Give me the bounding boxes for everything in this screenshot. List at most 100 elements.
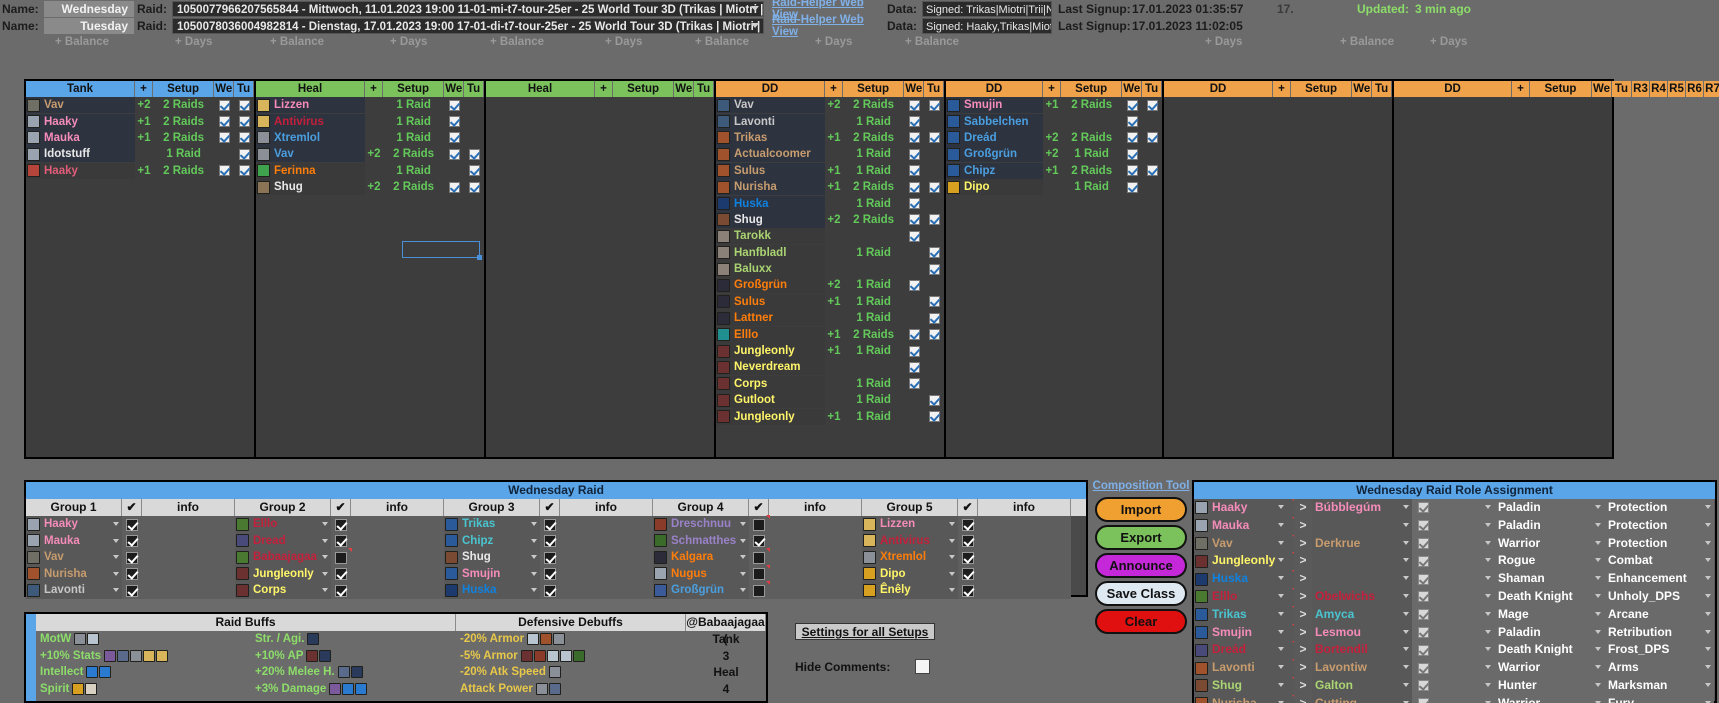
balance-days-item[interactable]: + Days [815,36,852,48]
player-name-cell[interactable]: Dreád [946,129,1044,146]
role-player-select[interactable]: Mauka [1194,516,1294,535]
group-member-info[interactable] [351,532,444,549]
group-member-info[interactable] [560,565,653,582]
role-spec-select[interactable]: Unholy_DPS [1604,587,1714,606]
player-name-cell[interactable]: Chipz [946,162,1044,179]
wednesday-checkbox[interactable] [904,327,924,343]
role-extra-select[interactable] [1434,516,1494,535]
balance-days-item[interactable]: + Balance [905,36,959,48]
roster-row[interactable]: Dreád +2 2 Raids [946,129,1162,146]
role-spec-select[interactable]: Protection [1604,516,1714,535]
group-member-checkbox[interactable] [749,564,770,582]
group-member-select[interactable]: Smujin [444,565,540,582]
roster-row[interactable]: Smujin +1 2 Raids [946,97,1162,114]
role-spec-select[interactable]: Protection [1604,534,1714,553]
player-name-cell[interactable]: Shug [716,211,826,228]
data-value-wednesday[interactable]: Signed: Trikas|Miotri|Trii|Nobou [922,1,1052,17]
role-spec-select[interactable]: Marksman [1604,676,1714,695]
group-member-select[interactable]: Elllo [235,516,331,533]
group-member-row[interactable]: Großgrün [653,581,862,599]
wednesday-checkbox[interactable] [904,196,924,212]
selected-cell-highlight[interactable] [402,241,482,260]
roster-header-cell[interactable]: Setup [1290,81,1353,97]
roster-header-cell[interactable]: Tank [26,81,136,97]
roster-header-cell[interactable]: We [904,81,925,97]
group-member-row[interactable]: Mauka [26,532,235,549]
group-header-cell[interactable]: info [560,499,653,516]
tuesday-checkbox[interactable] [924,327,944,343]
roster-row[interactable]: Nurisha +1 2 Raids [716,179,944,196]
group-member-select[interactable]: Corps [235,582,331,599]
role-player-select[interactable]: Vav [1194,534,1294,553]
group-member-select[interactable]: Ênêly [862,582,958,599]
roster-header-cell[interactable]: We [214,81,235,97]
balance-days-item[interactable]: + Balance [270,36,324,48]
group-member-row[interactable]: Dreschnuu [653,515,862,533]
player-name-cell[interactable]: Smujin [946,97,1044,114]
group-member-row[interactable]: Vav [26,549,235,566]
player-name-cell[interactable]: Jungleonly [716,408,826,425]
tuesday-checkbox[interactable] [924,130,944,146]
role-player-select[interactable]: Smujin [1194,623,1294,642]
group-member-checkbox[interactable] [540,582,560,599]
roster-header-cell[interactable]: + [135,81,153,97]
player-name-cell[interactable]: Gutloot [716,392,826,409]
hide-comments-checkbox[interactable] [915,659,930,674]
roster-header-cell[interactable]: Tu [464,81,484,97]
roster-header-cell[interactable]: + [825,81,843,97]
role-extra-select[interactable] [1434,552,1494,571]
player-name-cell[interactable]: Tarokk [716,228,826,245]
player-name-cell[interactable]: Actualcoomer [716,146,826,163]
tuesday-checkbox[interactable] [464,146,484,162]
group-member-checkbox[interactable] [122,582,142,599]
group-member-row[interactable]: Shug [444,549,653,566]
role-extra-select[interactable] [1434,641,1494,660]
group-header-cell[interactable]: Group 4 [653,499,749,516]
group-header-cell[interactable]: Group 3 [444,499,540,516]
group-member-select[interactable]: Antivirus [862,532,958,549]
player-name-cell[interactable]: Sabbelchen [946,113,1044,130]
role-checkbox[interactable] [1412,552,1434,571]
wednesday-checkbox[interactable] [444,97,464,113]
player-name-cell[interactable]: Huska [716,195,826,212]
roster-row[interactable]: Neverdream [716,359,944,376]
roster-header-cell[interactable]: We [1122,81,1143,97]
tuesday-checkbox[interactable] [1142,97,1162,113]
roster-header-cell[interactable]: Setup [842,81,905,97]
role-partner-select[interactable]: Amyca [1312,605,1412,624]
roster-row[interactable]: Ferinna 1 Raid [256,162,484,179]
roster-row[interactable]: Corps 1 Raid [716,375,944,392]
wednesday-checkbox[interactable] [444,130,464,146]
role-partner-select[interactable]: Lesmou [1312,623,1412,642]
tuesday-checkbox[interactable] [924,245,944,261]
role-partner-select[interactable]: Obelwichs [1312,587,1412,606]
group-header-cell[interactable]: ✔ [958,499,978,516]
import-button[interactable]: Import [1095,497,1187,522]
roster-header-cell[interactable]: R4 [1650,81,1668,97]
player-name-cell[interactable]: Vav [716,97,826,114]
raid-select-tuesday[interactable]: 1050078036004982814 - Dienstag, 17.01.20… [172,18,764,34]
player-name-cell[interactable]: Vav [26,97,136,114]
role-checkbox[interactable] [1412,605,1434,624]
balance-days-item[interactable]: + Days [390,36,427,48]
wednesday-checkbox[interactable] [904,277,924,293]
wednesday-checkbox[interactable] [214,163,234,179]
group-member-info[interactable] [142,549,235,566]
player-name-cell[interactable]: Haaky [26,113,136,130]
group-member-checkbox[interactable] [331,548,352,566]
group-member-row[interactable]: Lavonti [26,582,235,599]
role-checkbox[interactable] [1412,659,1434,677]
group-member-checkbox[interactable] [749,548,770,566]
player-name-cell[interactable]: Antivirus [256,113,366,130]
group-member-checkbox[interactable] [540,565,560,582]
role-checkbox[interactable] [1412,570,1434,588]
player-name-cell[interactable]: Lattner [716,310,826,327]
roster-row[interactable]: Lizzen 1 Raid [256,97,484,114]
player-name-cell[interactable]: Ferinna [256,162,366,179]
group-member-select[interactable]: Lizzen [862,516,958,533]
group-member-info[interactable] [560,582,653,599]
data-value-tuesday[interactable]: Signed: Haaky,Trikas|Miotri|Trii [922,18,1052,34]
role-extra-select[interactable] [1434,587,1494,606]
roster-header-cell[interactable]: + [1043,81,1061,97]
clear-button[interactable]: Clear [1095,609,1187,634]
